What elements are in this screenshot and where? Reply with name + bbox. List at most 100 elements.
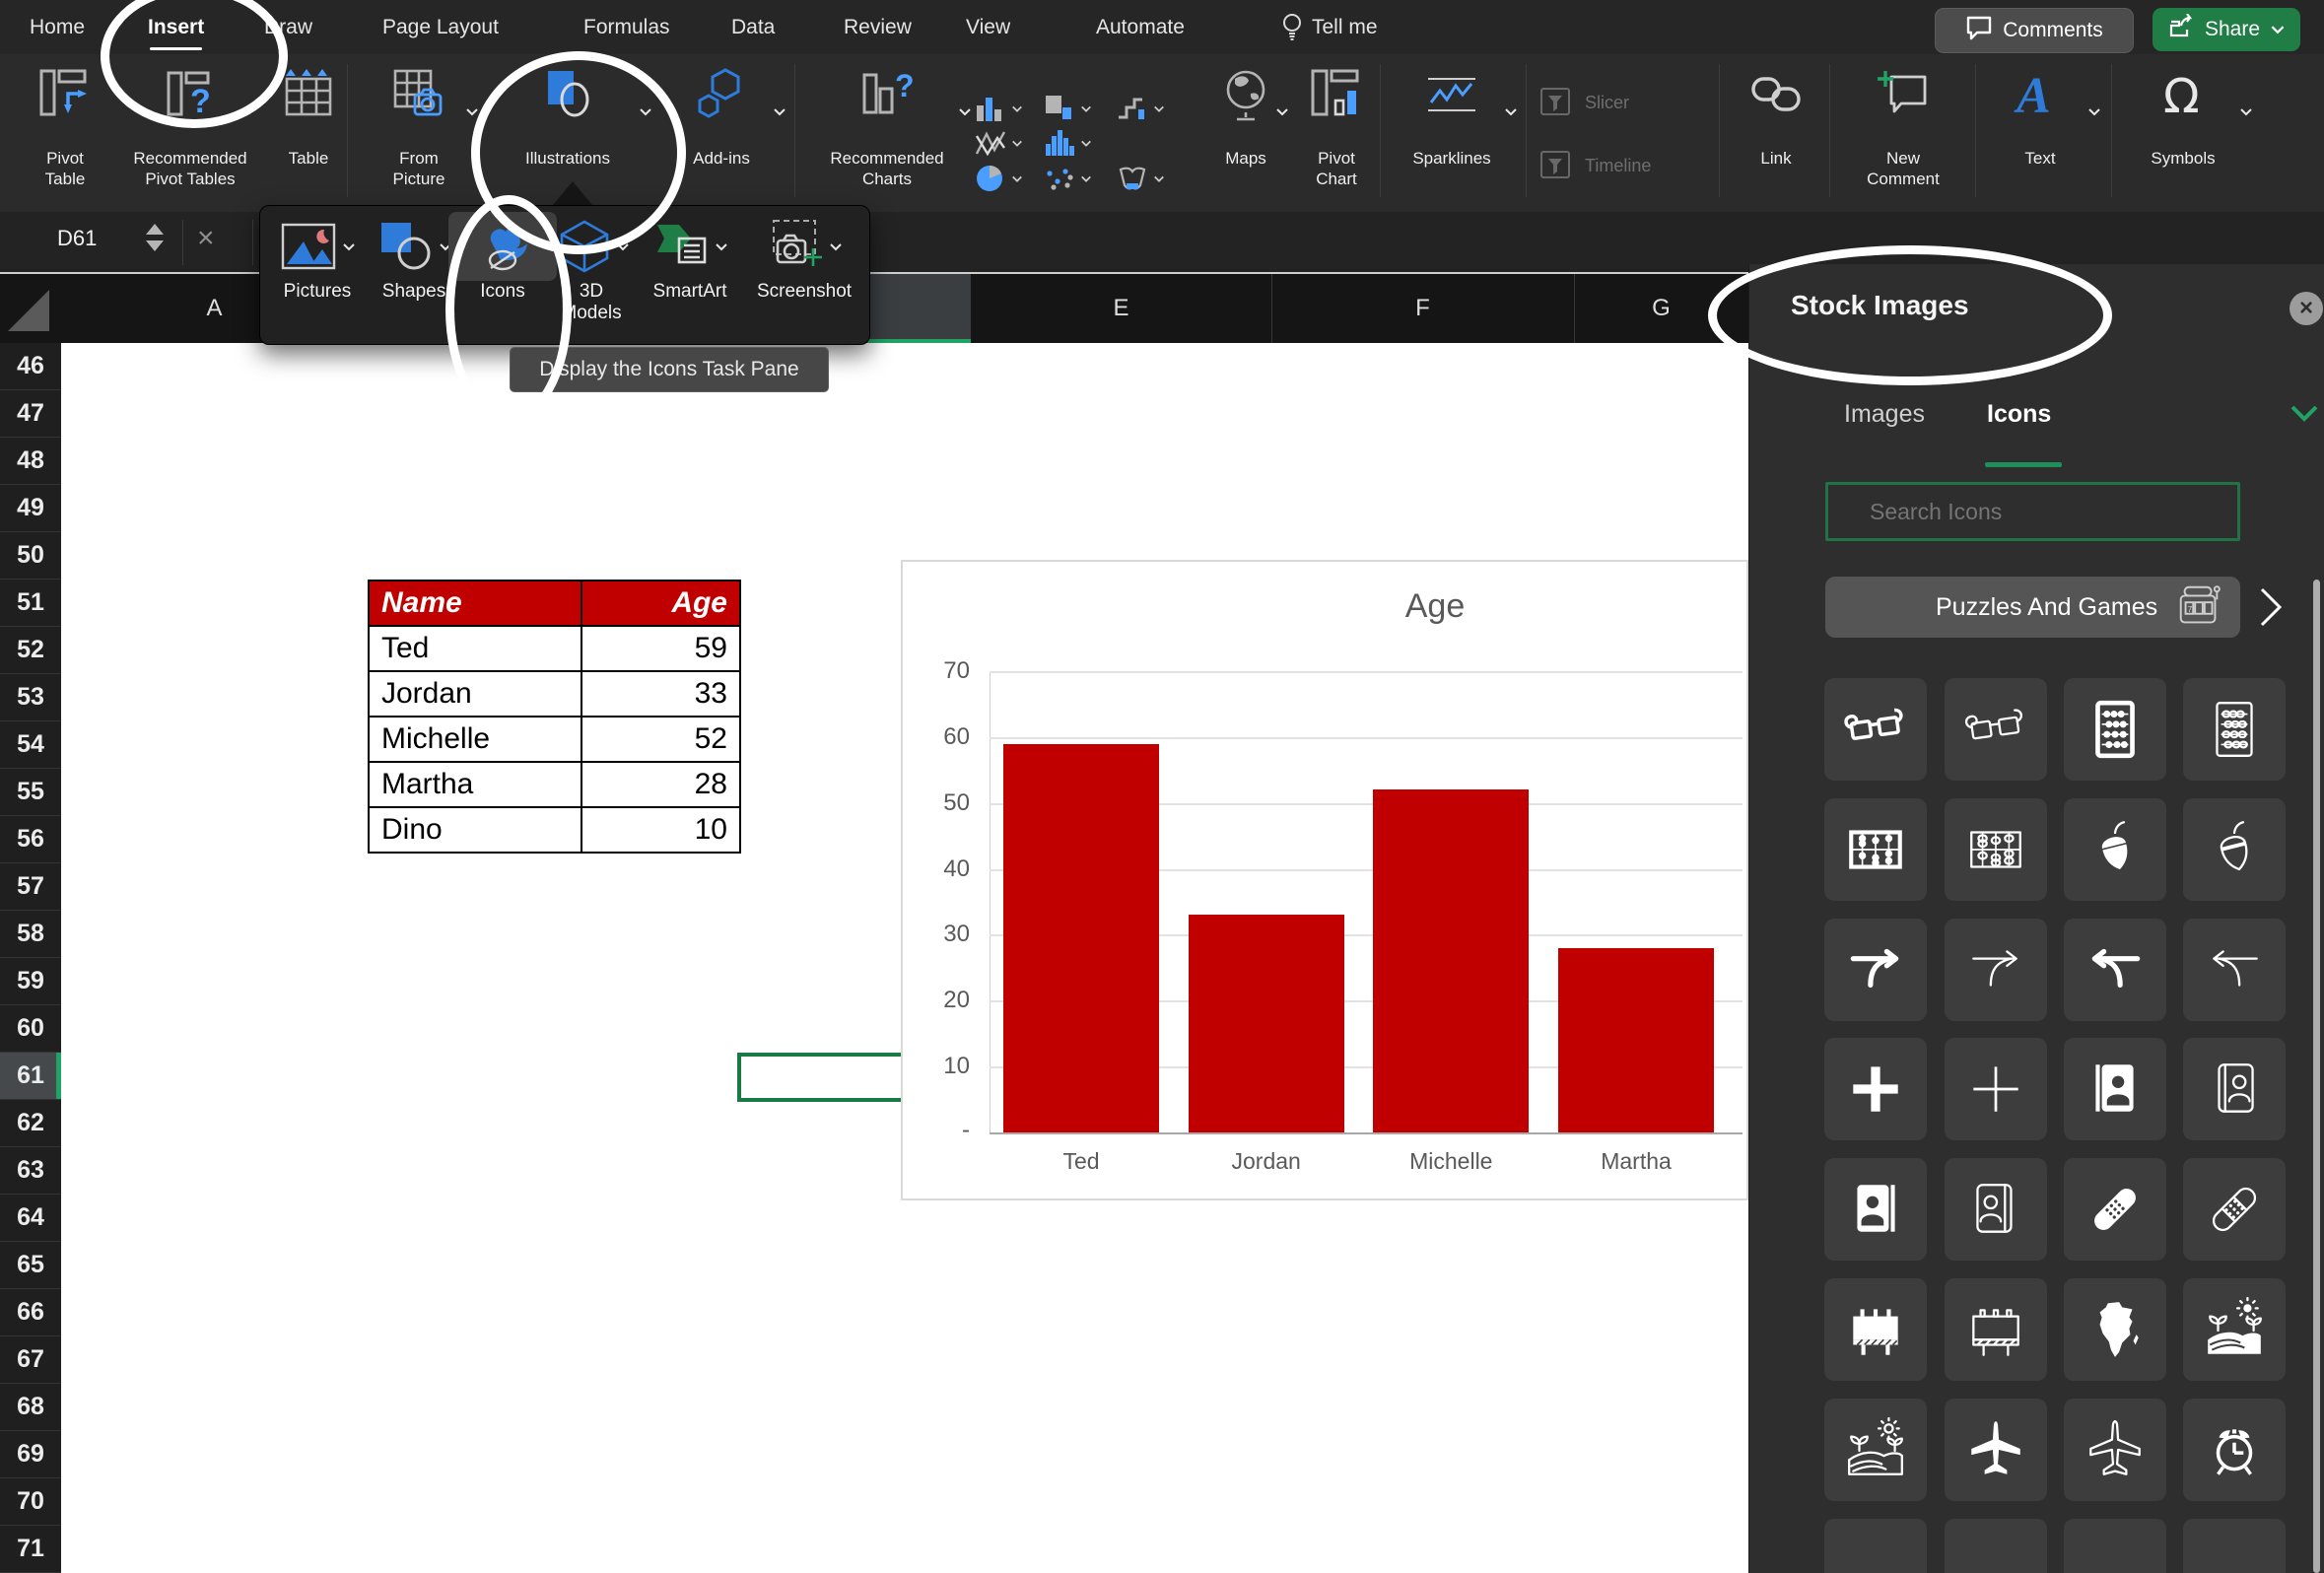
pane-scrollbar[interactable] <box>2313 580 2320 1573</box>
stock-icon-agriculture-outline[interactable] <box>1824 1399 1927 1501</box>
ribbon-tab-home[interactable]: Home <box>30 0 85 54</box>
dropdown-item-screenshot[interactable]: Screenshot <box>750 212 858 303</box>
search-input[interactable] <box>1828 485 2237 538</box>
row-header-50[interactable]: 50 <box>0 532 61 580</box>
row-header-62[interactable]: 62 <box>0 1100 61 1147</box>
cell-age[interactable]: 52 <box>581 717 740 762</box>
row-header-54[interactable]: 54 <box>0 721 61 769</box>
cell-name[interactable]: Martha <box>369 762 581 807</box>
ribbon-button-link[interactable]: Link <box>1727 59 1825 207</box>
stock-icon-plus-filled[interactable] <box>1824 1038 1927 1140</box>
data-table[interactable]: NameAgeTed59Jordan33Michelle52Martha28Di… <box>368 580 741 854</box>
stock-icon-partial[interactable] <box>2183 1519 2286 1573</box>
stock-icon-partial[interactable] <box>1945 1519 2047 1573</box>
ribbon-tab-review[interactable]: Review <box>844 0 912 54</box>
ribbon-button-recommended-pivot-tables[interactable]: ?RecommendedPivot Tables <box>112 59 268 207</box>
column-header-e[interactable]: E <box>971 274 1272 343</box>
ribbon-button-histogram-chart[interactable] <box>1044 128 1092 158</box>
cell-name[interactable]: Jordan <box>369 671 581 717</box>
ribbon-tab-data[interactable]: Data <box>731 0 775 54</box>
stock-icon-partial[interactable] <box>2064 1519 2166 1573</box>
stock-icon-arrow-merge-left-outline[interactable] <box>2183 919 2286 1021</box>
tab-icons[interactable]: Icons <box>1987 400 2051 429</box>
ribbon-button-timeline[interactable]: Timeline <box>1539 150 1651 181</box>
bar-michelle[interactable] <box>1373 789 1529 1132</box>
stock-icon-abacus-beads-outline[interactable] <box>1945 798 2047 901</box>
row-header-63[interactable]: 63 <box>0 1147 61 1195</box>
cancel-entry-icon[interactable]: × <box>197 222 215 255</box>
stock-icon-bandage-outline[interactable] <box>2183 1158 2286 1261</box>
stock-icon-contact-card-filled[interactable] <box>1824 1158 1927 1261</box>
stock-icon-plus-outline[interactable] <box>1945 1038 2047 1140</box>
stock-icon-partial[interactable] <box>1824 1519 1927 1573</box>
stock-icon-agriculture-filled[interactable] <box>2183 1278 2286 1381</box>
name-box[interactable]: D61 <box>57 226 97 251</box>
age-bar-chart[interactable]: Age 70 60 50 40 30 20 10 - Ted Jordan Mi… <box>901 560 1748 1200</box>
share-button[interactable]: Share <box>2153 8 2300 51</box>
stock-icon-acorn-filled[interactable] <box>2064 798 2166 901</box>
ribbon-button-pivot-chart[interactable]: PivotChart <box>1291 59 1382 207</box>
ribbon-button-add-ins[interactable]: Add-ins <box>658 59 785 207</box>
row-header-68[interactable]: 68 <box>0 1384 61 1431</box>
stock-icon-abacus-beads-filled[interactable] <box>1824 798 1927 901</box>
stock-icon-bandage-filled[interactable] <box>2064 1158 2166 1261</box>
bar-jordan[interactable] <box>1189 915 1344 1132</box>
row-header-49[interactable]: 49 <box>0 485 61 532</box>
close-icon[interactable]: × <box>2290 292 2323 325</box>
ribbon-button-new-comment[interactable]: NewComment <box>1835 59 1971 207</box>
stock-icon-africa-filled[interactable] <box>2064 1278 2166 1381</box>
row-header-64[interactable]: 64 <box>0 1195 61 1242</box>
bar-ted[interactable] <box>1003 744 1159 1132</box>
stock-icon-billboard-outline[interactable] <box>1945 1278 2047 1381</box>
ribbon-button-pivot-table[interactable]: PivotTable <box>20 59 110 207</box>
row-header-58[interactable]: 58 <box>0 911 61 958</box>
column-header-d-selected[interactable] <box>867 274 971 343</box>
ribbon-tab-insert[interactable]: Insert <box>148 0 204 54</box>
ribbon-button-pie-chart[interactable] <box>975 164 1023 193</box>
table-header-age[interactable]: Age <box>581 581 740 626</box>
row-header-61[interactable]: 61 <box>0 1053 61 1100</box>
ribbon-tab-view[interactable]: View <box>966 0 1010 54</box>
stock-icon-airplane-filled[interactable] <box>1945 1399 2047 1501</box>
ribbon-button-text[interactable]: AText <box>1981 59 2099 207</box>
row-header-51[interactable]: 51 <box>0 580 61 627</box>
selected-cell-d61[interactable] <box>737 1053 907 1102</box>
stock-icon-address-book-filled[interactable] <box>2064 1038 2166 1140</box>
ribbon-button-step-chart[interactable] <box>1117 94 1165 123</box>
cell-age[interactable]: 33 <box>581 671 740 717</box>
row-header-47[interactable]: 47 <box>0 390 61 438</box>
ribbon-tab-draw[interactable]: Draw <box>264 0 312 54</box>
ribbon-button-table[interactable]: Table <box>270 59 347 207</box>
ribbon-button-recommended-charts[interactable]: ?RecommendedCharts <box>804 59 970 207</box>
ribbon-tab-automate[interactable]: Automate <box>1096 0 1185 54</box>
stock-icon-alarm-clock-filled[interactable] <box>2183 1399 2286 1501</box>
ribbon-button-slicer[interactable]: Slicer <box>1539 87 1629 118</box>
table-header-name[interactable]: Name <box>369 581 581 626</box>
ribbon-button-symbols[interactable]: ΩSymbols <box>2115 59 2251 207</box>
row-header-67[interactable]: 67 <box>0 1336 61 1384</box>
comments-button[interactable]: Comments <box>1935 8 2134 53</box>
row-header-56[interactable]: 56 <box>0 816 61 863</box>
cell-name[interactable]: Dino <box>369 807 581 853</box>
column-header-g[interactable]: G <box>1574 274 1749 343</box>
ribbon-tab-formulas[interactable]: Formulas <box>583 0 670 54</box>
ribbon-button-maps[interactable]: Maps <box>1204 59 1287 207</box>
stock-icon-abacus-outline[interactable] <box>2183 678 2286 781</box>
stock-icon-arrow-merge-right-outline[interactable] <box>1945 919 2047 1021</box>
row-header-46[interactable]: 46 <box>0 343 61 390</box>
row-header-59[interactable]: 59 <box>0 958 61 1005</box>
stock-icon-address-book-outline[interactable] <box>2183 1038 2286 1140</box>
row-header-70[interactable]: 70 <box>0 1478 61 1526</box>
stock-icon-acorn-outline[interactable] <box>2183 798 2286 901</box>
cell-name[interactable]: Michelle <box>369 717 581 762</box>
cell-age[interactable]: 10 <box>581 807 740 853</box>
row-header-57[interactable]: 57 <box>0 863 61 911</box>
stock-icon-abacus-filled[interactable] <box>2064 678 2166 781</box>
dropdown-item-pictures[interactable]: Pictures <box>263 212 372 303</box>
stock-icon-arrow-merge-right-filled[interactable] <box>1824 919 1927 1021</box>
row-header-53[interactable]: 53 <box>0 674 61 721</box>
cell-age[interactable]: 59 <box>581 626 740 671</box>
stock-icon-billboard-filled[interactable] <box>1824 1278 1927 1381</box>
row-header-66[interactable]: 66 <box>0 1289 61 1336</box>
column-header-f[interactable]: F <box>1271 274 1575 343</box>
